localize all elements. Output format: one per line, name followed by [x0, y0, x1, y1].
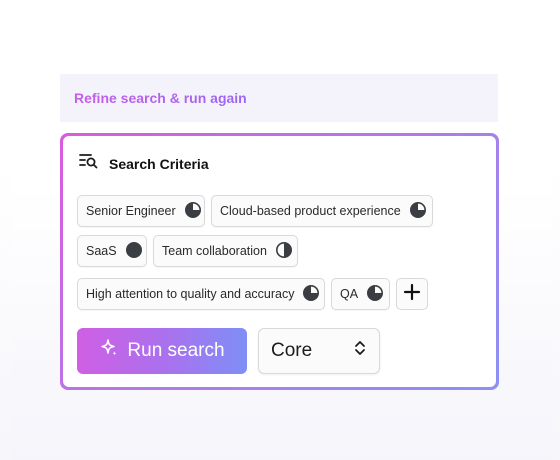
chip-label: Team collaboration: [162, 244, 267, 258]
search-mode-value: Core: [271, 340, 313, 361]
chevron-updown-icon: [353, 339, 367, 363]
search-mode-select[interactable]: Core: [258, 328, 380, 374]
panel-title: Search Criteria: [109, 155, 209, 172]
chip-label: Cloud-based product experience: [220, 204, 401, 218]
chip-label: Senior Engineer: [86, 204, 176, 218]
search-criteria-panel: Search Criteria Senior Engineer Cloud-ba…: [63, 136, 496, 387]
criteria-chip-senior-engineer[interactable]: Senior Engineer: [77, 195, 205, 227]
refine-label: Refine search & run again: [74, 90, 247, 106]
pie-three-quarter-icon: [409, 201, 427, 222]
sparkle-icon: [99, 338, 119, 364]
add-criteria-button[interactable]: [396, 278, 428, 310]
run-search-label: Run search: [127, 340, 225, 361]
chip-label: SaaS: [86, 244, 117, 258]
criteria-chip-saas[interactable]: SaaS: [77, 235, 147, 267]
criteria-chip-cloud-based[interactable]: Cloud-based product experience: [211, 195, 433, 227]
pie-three-quarter-icon: [184, 201, 202, 222]
pie-full-icon: [125, 241, 143, 262]
pie-three-quarter-icon: [302, 284, 320, 305]
search-list-icon: [79, 152, 99, 175]
criteria-chip-qa[interactable]: QA: [331, 278, 390, 310]
pie-half-icon: [275, 241, 293, 262]
chip-label: QA: [340, 287, 359, 301]
pie-three-quarter-icon: [366, 284, 384, 305]
criteria-chip-team-collaboration[interactable]: Team collaboration: [153, 235, 298, 267]
chip-label: High attention to quality and accuracy: [86, 287, 295, 301]
plus-icon: [403, 283, 421, 306]
search-criteria-panel-border: Search Criteria Senior Engineer Cloud-ba…: [60, 133, 499, 390]
refine-banner[interactable]: Refine search & run again: [60, 74, 498, 122]
run-search-button[interactable]: Run search: [77, 328, 247, 374]
panel-header: Search Criteria: [79, 152, 209, 175]
criteria-chip-quality-accuracy[interactable]: High attention to quality and accuracy: [77, 278, 325, 310]
